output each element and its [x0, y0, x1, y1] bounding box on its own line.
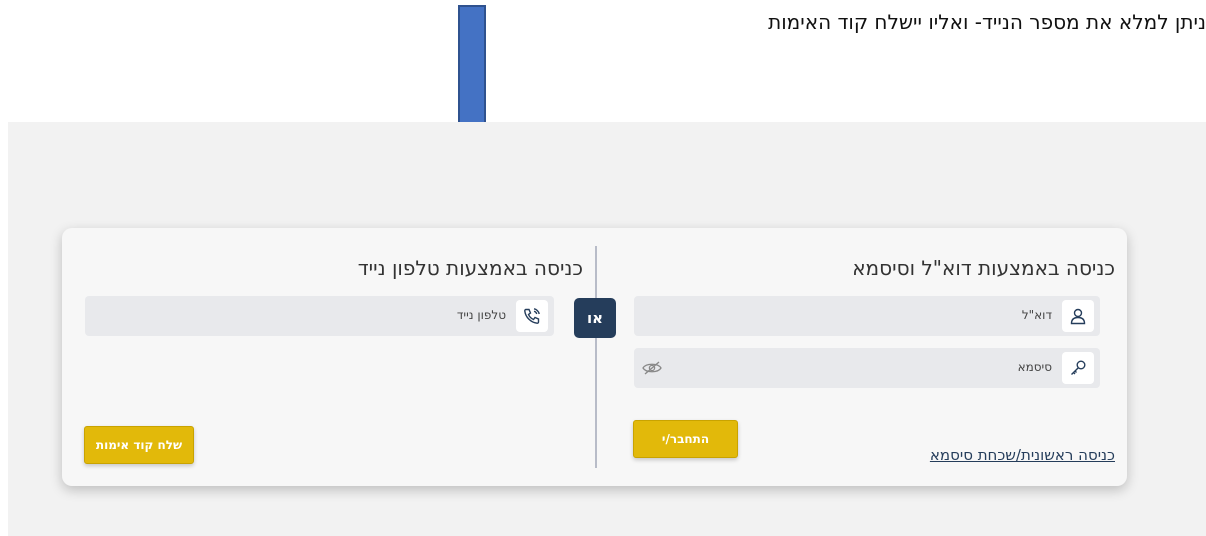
password-field[interactable]: סיסמא [634, 348, 1100, 388]
or-badge: או [574, 298, 616, 338]
key-icon [1062, 352, 1094, 384]
email-login-title: כניסה באמצעות דוא"ל וסיסמא [852, 256, 1115, 280]
phone-icon [516, 300, 548, 332]
email-placeholder: דוא"ל [1021, 308, 1052, 322]
login-card: כניסה באמצעות דוא"ל וסיסמא דוא"ל סיסמא ה… [62, 228, 1127, 486]
annotation-text: ניתן למלא את מספר הנייד- ואליו יישלח קוד… [768, 10, 1206, 34]
phone-field[interactable]: טלפון נייד [85, 296, 554, 336]
user-icon [1062, 300, 1094, 332]
phone-placeholder: טלפון נייד [456, 308, 506, 322]
send-code-button[interactable]: שלח קוד אימות [84, 426, 194, 464]
password-placeholder: סיסמא [1017, 360, 1052, 374]
email-field[interactable]: דוא"ל [634, 296, 1100, 336]
phone-login-title: כניסה באמצעות טלפון נייד [357, 256, 583, 280]
login-page-background: כניסה באמצעות דוא"ל וסיסמא דוא"ל סיסמא ה… [8, 122, 1206, 536]
eye-off-icon[interactable] [642, 360, 662, 380]
login-button[interactable]: התחבר/י [633, 420, 738, 458]
forgot-password-link[interactable]: כניסה ראשונית/שכחת סיסמא [930, 446, 1115, 464]
section-divider [595, 246, 597, 468]
